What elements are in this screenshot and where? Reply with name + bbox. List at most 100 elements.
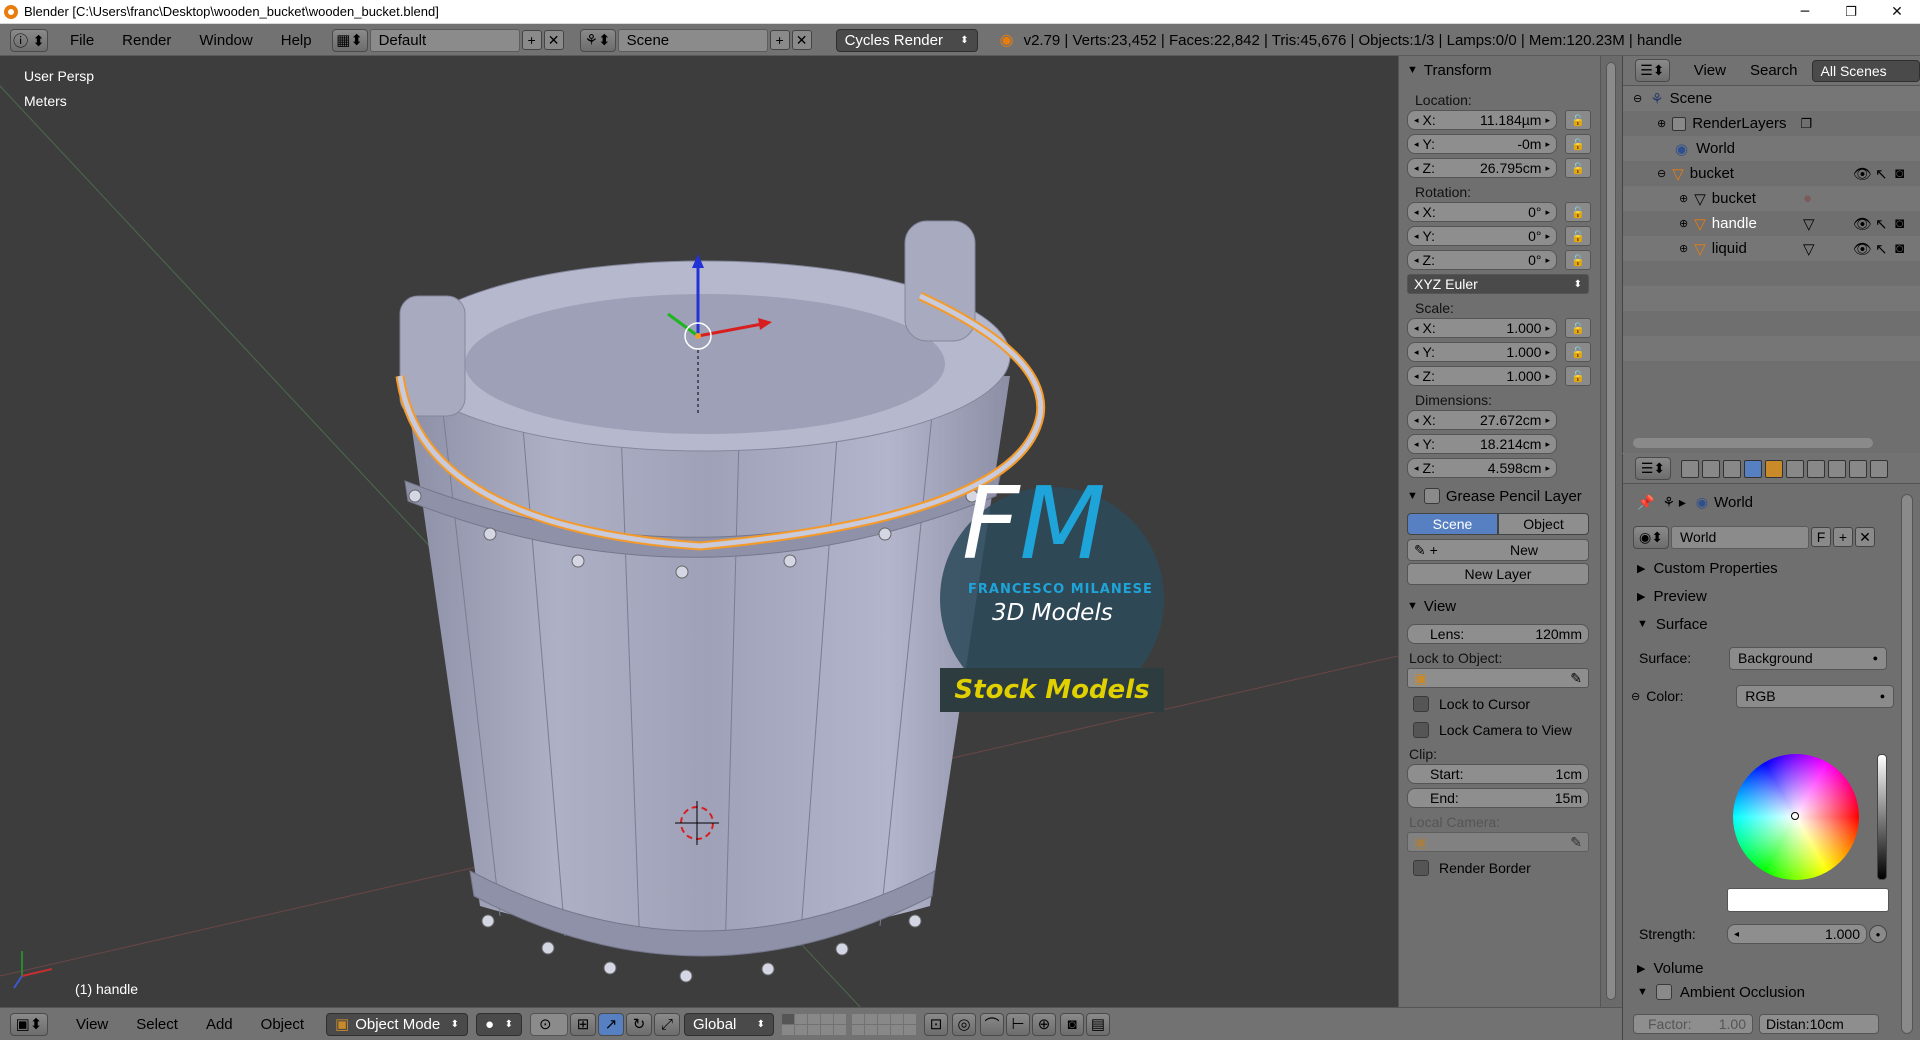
maximize-button[interactable]: ❐ [1828, 0, 1874, 24]
3d-viewport[interactable]: User Persp Meters (1) handle FM FRANCESC… [0, 56, 1398, 1007]
rotation-field[interactable]: ◂ X: 0° ▸ [1407, 202, 1557, 222]
fake-user-button[interactable]: F [1811, 527, 1831, 547]
screen-layout-icon[interactable]: ▦⬍ [331, 28, 368, 52]
shading-dropdown[interactable]: ● ⬍ [476, 1012, 523, 1036]
ao-distance-field[interactable]: Distan:10cm [1759, 1014, 1879, 1034]
outliner-item-handle[interactable]: ⊕ ▽ handle ▽ 👁 ↖ ◙ [1623, 211, 1920, 236]
lock-icon[interactable]: 🔓 [1565, 366, 1591, 386]
minimize-button[interactable]: ─ [1782, 0, 1828, 24]
rotation-field[interactable]: ◂ Y: 0° ▸ [1407, 226, 1557, 246]
lock-icon[interactable]: 🔓 [1565, 342, 1591, 362]
close-button[interactable]: ✕ [1874, 0, 1920, 24]
scene-tab-icon[interactable] [1723, 459, 1741, 478]
world-name-field[interactable]: World [1671, 525, 1809, 549]
snap-toggle-icon[interactable]: ⌒ [980, 1012, 1005, 1036]
ao-factor-field[interactable]: Factor: 1.00 [1633, 1014, 1753, 1034]
render-camera-icon[interactable]: ◙ [1895, 215, 1904, 232]
outliner-item-liquid[interactable]: ⊕ ▽ liquid ▽ 👁 ↖ ◙ [1623, 236, 1920, 261]
outliner-filter-dropdown[interactable]: All Scenes [1811, 59, 1920, 82]
lock-cursor-option[interactable]: Lock to Cursor [1413, 694, 1600, 714]
local-camera-field[interactable]: ▣ ✎ [1407, 832, 1589, 852]
grease-pencil-checkbox[interactable] [1423, 488, 1440, 504]
surface-section[interactable]: ▼ Surface [1623, 610, 1920, 638]
scale-field[interactable]: ◂ X: 1.000 ▸ [1407, 318, 1557, 338]
eyedropper-icon[interactable]: ✎ [1570, 670, 1582, 687]
outliner-editor-icon[interactable]: ☰⬍ [1635, 59, 1670, 82]
pivot-dropdown[interactable]: ⊙ [530, 1012, 569, 1036]
select-arrow-icon[interactable]: ↖ [1875, 240, 1888, 258]
strength-socket-icon[interactable]: ● [1869, 925, 1887, 943]
expand-icon[interactable]: ⊕ [1679, 242, 1688, 255]
menu-help[interactable]: Help [267, 32, 326, 49]
lock-cursor-checkbox[interactable] [1413, 696, 1429, 712]
unlink-world-icon[interactable]: ✕ [1855, 527, 1875, 547]
npanel-scrollbar[interactable] [1606, 62, 1616, 1000]
expand-icon[interactable]: ⊕ [1679, 217, 1688, 230]
ambient-occlusion-section[interactable]: ▼ Ambient Occlusion [1623, 978, 1805, 1006]
custom-properties-section[interactable]: ▶ Custom Properties [1623, 554, 1920, 582]
render-layers-tab-icon[interactable] [1702, 459, 1720, 478]
add-world-icon[interactable]: + [1833, 527, 1853, 547]
transform-panel-header[interactable]: ▼ Transform [1399, 58, 1600, 82]
add-scene-icon[interactable]: + [769, 30, 790, 50]
modifiers-tab-icon[interactable] [1807, 459, 1825, 478]
scene-layers-grid-1[interactable] [782, 1013, 847, 1035]
scene-layers-grid-2[interactable] [852, 1013, 917, 1035]
location-field[interactable]: ◂ X: 11.184µm ▸ [1407, 110, 1557, 130]
translate-manipulator-icon[interactable]: ↗ [598, 1012, 625, 1036]
menu-view[interactable]: View [62, 1016, 122, 1033]
properties-scrollbar[interactable] [1901, 494, 1913, 1034]
outliner-item-scene[interactable]: ⊖ ⚘ Scene [1623, 86, 1920, 111]
menu-add[interactable]: Add [192, 1016, 247, 1033]
mode-dropdown[interactable]: ▣ Object Mode ⬍ [326, 1012, 469, 1036]
grease-new-button[interactable]: ✎ + New [1407, 539, 1589, 561]
grease-tab-object[interactable]: Object [1498, 513, 1589, 535]
properties-editor-icon[interactable]: ☰⬍ [1635, 457, 1671, 480]
preview-section[interactable]: ▶ Preview [1623, 582, 1920, 610]
editor-type-3dview-icon[interactable]: ▣⬍ [10, 1012, 48, 1036]
render-border-option[interactable]: Render Border [1413, 858, 1600, 878]
constraints-tab-icon[interactable] [1786, 459, 1804, 478]
world-tab-icon[interactable] [1744, 459, 1762, 478]
outliner-item-bucket-mesh[interactable]: ⊕ ▽ bucket ● [1623, 186, 1920, 211]
lock-icon[interactable]: 🔓 [1565, 158, 1591, 178]
scale-manipulator-icon[interactable]: ⤢ [654, 1012, 681, 1036]
menu-window[interactable]: Window [185, 32, 266, 49]
color-swatch[interactable] [1727, 888, 1889, 912]
world-browse-icon[interactable]: ◉⬍ [1633, 525, 1669, 549]
add-screen-icon[interactable]: + [521, 30, 542, 50]
rotation-field[interactable]: ◂ Z: 0° ▸ [1407, 250, 1557, 270]
remove-scene-icon[interactable]: ✕ [791, 30, 812, 50]
collapse-icon[interactable]: ⊖ [1657, 167, 1666, 180]
rotate-manipulator-icon[interactable]: ↻ [626, 1012, 653, 1036]
color-socket-icon[interactable]: ⊖ [1631, 690, 1640, 703]
dimension-field[interactable]: ◂ Y: 18.214cm ▸ [1407, 434, 1557, 454]
location-field[interactable]: ◂ Z: 26.795cm ▸ [1407, 158, 1557, 178]
select-arrow-icon[interactable]: ↖ [1875, 165, 1888, 183]
lock-icon[interactable]: 🔓 [1565, 250, 1591, 270]
new-layer-button[interactable]: New Layer [1407, 563, 1589, 585]
strength-field[interactable]: ◂ 1.000 [1727, 924, 1867, 944]
scale-field[interactable]: ◂ Y: 1.000 ▸ [1407, 342, 1557, 362]
outliner-menu-view[interactable]: View [1694, 62, 1726, 79]
expand-icon[interactable]: ⊕ [1679, 192, 1688, 205]
menu-render[interactable]: Render [108, 32, 185, 49]
object-tab-icon[interactable] [1765, 459, 1783, 478]
render-camera-icon[interactable]: ◙ [1895, 165, 1904, 182]
scene-field[interactable]: Scene [617, 28, 768, 52]
visibility-eye-icon[interactable]: 👁 [1853, 165, 1872, 183]
grease-pencil-panel-header[interactable]: ▼ Grease Pencil Layer [1399, 484, 1600, 508]
lock-layers-icon[interactable]: ⊡ [924, 1012, 949, 1036]
material-tab-icon[interactable] [1849, 459, 1867, 478]
surface-dropdown[interactable]: Background ● [1729, 646, 1887, 670]
lock-icon[interactable]: 🔓 [1565, 134, 1591, 154]
visibility-eye-icon[interactable]: 👁 [1853, 215, 1872, 233]
lock-icon[interactable]: 🔓 [1565, 110, 1591, 130]
texture-tab-icon[interactable] [1870, 459, 1888, 478]
snap-element-icon[interactable]: ⊢ [1006, 1012, 1031, 1036]
remove-screen-icon[interactable]: ✕ [543, 30, 564, 50]
expand-icon[interactable]: ⊕ [1657, 117, 1666, 130]
outliner-item-renderlayers[interactable]: ⊕ RenderLayers ❐ [1623, 111, 1920, 136]
visibility-eye-icon[interactable]: 👁 [1853, 240, 1872, 258]
ao-checkbox[interactable] [1655, 984, 1672, 1000]
